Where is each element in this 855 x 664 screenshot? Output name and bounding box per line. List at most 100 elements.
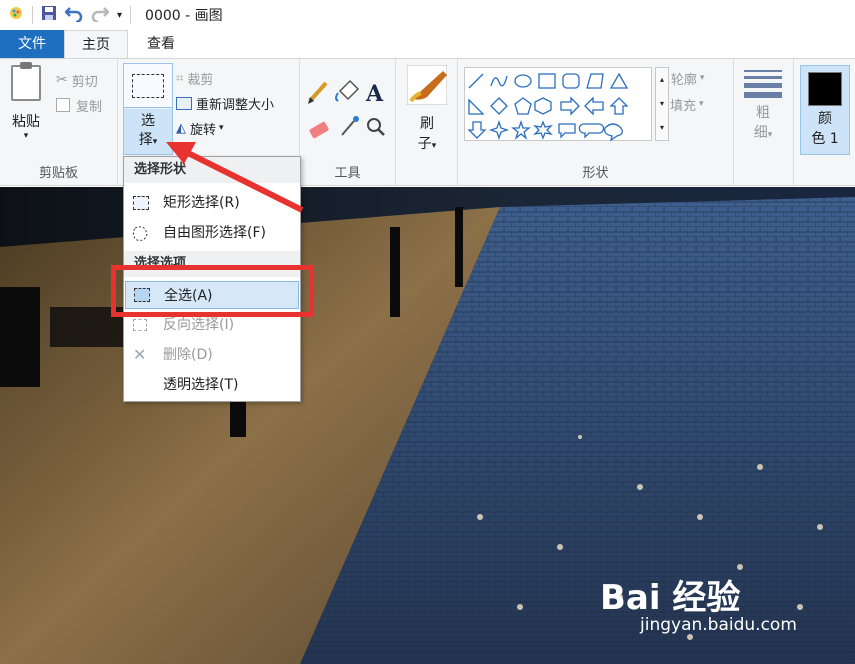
watermark-logo: Bai 经验: [600, 578, 741, 618]
menu-item-delete[interactable]: ✕ 删除(D): [125, 341, 299, 369]
clipboard-icon: [11, 62, 41, 101]
menu-item-rect-select[interactable]: 矩形选择(R): [125, 189, 299, 217]
curve-shape-icon: [490, 75, 508, 87]
undo-icon[interactable]: [64, 4, 83, 26]
window-title: 0000 - 画图: [145, 8, 223, 24]
watermark: Bai 经验 jingyan.baidu.com: [600, 570, 797, 635]
tools-group: A 工具: [300, 59, 396, 185]
resize-icon: [176, 96, 192, 110]
magnifier-icon[interactable]: [367, 118, 385, 136]
menu-item-free-select[interactable]: 自由图形选择(F): [125, 219, 299, 247]
size-label-2: 细: [753, 125, 768, 141]
brushes-button[interactable]: 刷 子▾: [404, 64, 450, 153]
free-select-label: 自由图形选择(F): [163, 225, 266, 241]
invert-selection-icon: [133, 319, 147, 331]
fill-shape-label: 填充: [670, 98, 697, 114]
size-group: 粗 细▾: [734, 59, 794, 185]
tab-view[interactable]: 查看: [128, 30, 194, 58]
size-button[interactable]: 粗 细▾: [742, 67, 784, 142]
color1-button[interactable]: 颜 色 1: [800, 65, 850, 155]
select-label-1: 选: [141, 113, 155, 129]
tab-file[interactable]: 文件: [0, 30, 64, 58]
oval-shape-icon: [514, 74, 532, 88]
chevron-down-icon: ▾: [699, 99, 704, 109]
redo-icon[interactable]: [91, 4, 110, 26]
chevron-down-icon: ▾: [699, 73, 705, 83]
clipboard-group-label: 剪贴板: [38, 166, 78, 181]
watermark-url: jingyan.baidu.com: [640, 615, 797, 635]
customize-qat-icon[interactable]: ▾: [117, 10, 122, 21]
scissors-icon: ✂: [56, 72, 68, 88]
fill-icon[interactable]: [335, 79, 360, 102]
rotate-label: 旋转: [190, 122, 217, 138]
paste-button[interactable]: 粘贴 ▾: [6, 62, 46, 141]
copy-label: 复制: [76, 99, 103, 115]
select-top[interactable]: [124, 64, 172, 108]
menu-header-shape: 选择形状: [124, 157, 300, 183]
shapes-gallery[interactable]: ▴ ▾ ▾: [464, 67, 669, 142]
eraser-icon[interactable]: [309, 121, 330, 139]
select-button[interactable]: 选 择▾: [123, 63, 173, 155]
tab-home[interactable]: 主页: [64, 30, 128, 58]
outline-label: 轮廓: [670, 72, 697, 88]
rect-select-label: 矩形选择(R): [163, 195, 240, 211]
rotate-icon: ◭: [176, 120, 186, 136]
copy-icon: [56, 98, 70, 112]
diamond-shape-icon: [490, 97, 508, 115]
rounded-rectangle-shape-icon: [562, 73, 580, 89]
color-picker-icon[interactable]: [341, 116, 359, 136]
color1-label-1: 颜: [818, 111, 832, 127]
size-label-1: 粗: [756, 105, 770, 121]
copy-button[interactable]: 复制: [56, 94, 102, 116]
ribbon-tabs: 文件 主页 查看: [0, 30, 855, 58]
line-thickness-icon: [742, 70, 784, 98]
crop-label: 裁剪: [187, 72, 214, 88]
right-triangle-shape-icon: [468, 98, 485, 115]
resize-button[interactable]: 重新调整大小: [176, 92, 274, 114]
transparent-label: 透明选择(T): [163, 377, 239, 393]
color1-swatch: [808, 72, 842, 106]
tools-group-label: 工具: [334, 166, 361, 181]
polygon-shape-icon: [586, 73, 604, 89]
save-icon[interactable]: [41, 5, 57, 25]
crop-icon: ⌗: [176, 70, 184, 86]
delete-icon: ✕: [133, 345, 147, 364]
color1-label-2: 色 1: [811, 131, 839, 147]
brush-label-1: 刷: [420, 116, 434, 132]
up-arrow-shape-icon: [609, 97, 629, 115]
text-icon[interactable]: A: [365, 81, 384, 107]
rectangle-shape-icon: [538, 73, 556, 89]
select-dropdown-toggle[interactable]: 选 择▾: [124, 109, 172, 154]
cut-button[interactable]: ✂ 剪切: [56, 69, 98, 91]
six-point-star-shape-icon: [533, 120, 553, 140]
delete-label: 删除(D): [163, 347, 213, 363]
line-shape-icon: [468, 73, 484, 89]
down-arrow-shape-icon: [467, 121, 487, 139]
crop-button[interactable]: ⌗ 裁剪: [176, 67, 213, 89]
hexagon-shape-icon: [534, 97, 552, 115]
brush-label-2: 子: [417, 136, 432, 152]
rotate-button[interactable]: ◭ 旋转 ▾: [176, 117, 224, 139]
gallery-scroll[interactable]: ▴ ▾ ▾: [655, 67, 669, 141]
title-bar: ▾ 0000 - 画图: [0, 0, 855, 30]
chevron-down-icon: ▾: [152, 137, 158, 147]
left-arrow-shape-icon: [584, 96, 604, 116]
rect-callout-shape-icon: [558, 123, 576, 139]
menu-item-transparent[interactable]: 透明选择(T): [125, 371, 299, 399]
rect-select-icon: [132, 74, 164, 98]
paste-label: 粘贴: [12, 114, 40, 130]
round-callout-shape-icon: [578, 123, 605, 139]
chevron-down-icon: ▾: [23, 131, 29, 141]
invert-label: 反向选择(I): [163, 317, 235, 333]
free-select-icon: [132, 226, 148, 241]
rect-select-icon: [133, 196, 149, 210]
paint-app-icon[interactable]: [8, 4, 24, 26]
five-point-star-shape-icon: [511, 119, 531, 140]
select-label-2: 择: [138, 132, 153, 148]
pencil-icon[interactable]: [308, 81, 328, 104]
highlight-box: [111, 265, 314, 317]
right-arrow-shape-icon: [560, 96, 580, 116]
brush-group: 刷 子▾: [396, 59, 458, 185]
chevron-down-icon: ▾: [431, 141, 437, 151]
shapes-group-label: 形状: [582, 166, 609, 181]
